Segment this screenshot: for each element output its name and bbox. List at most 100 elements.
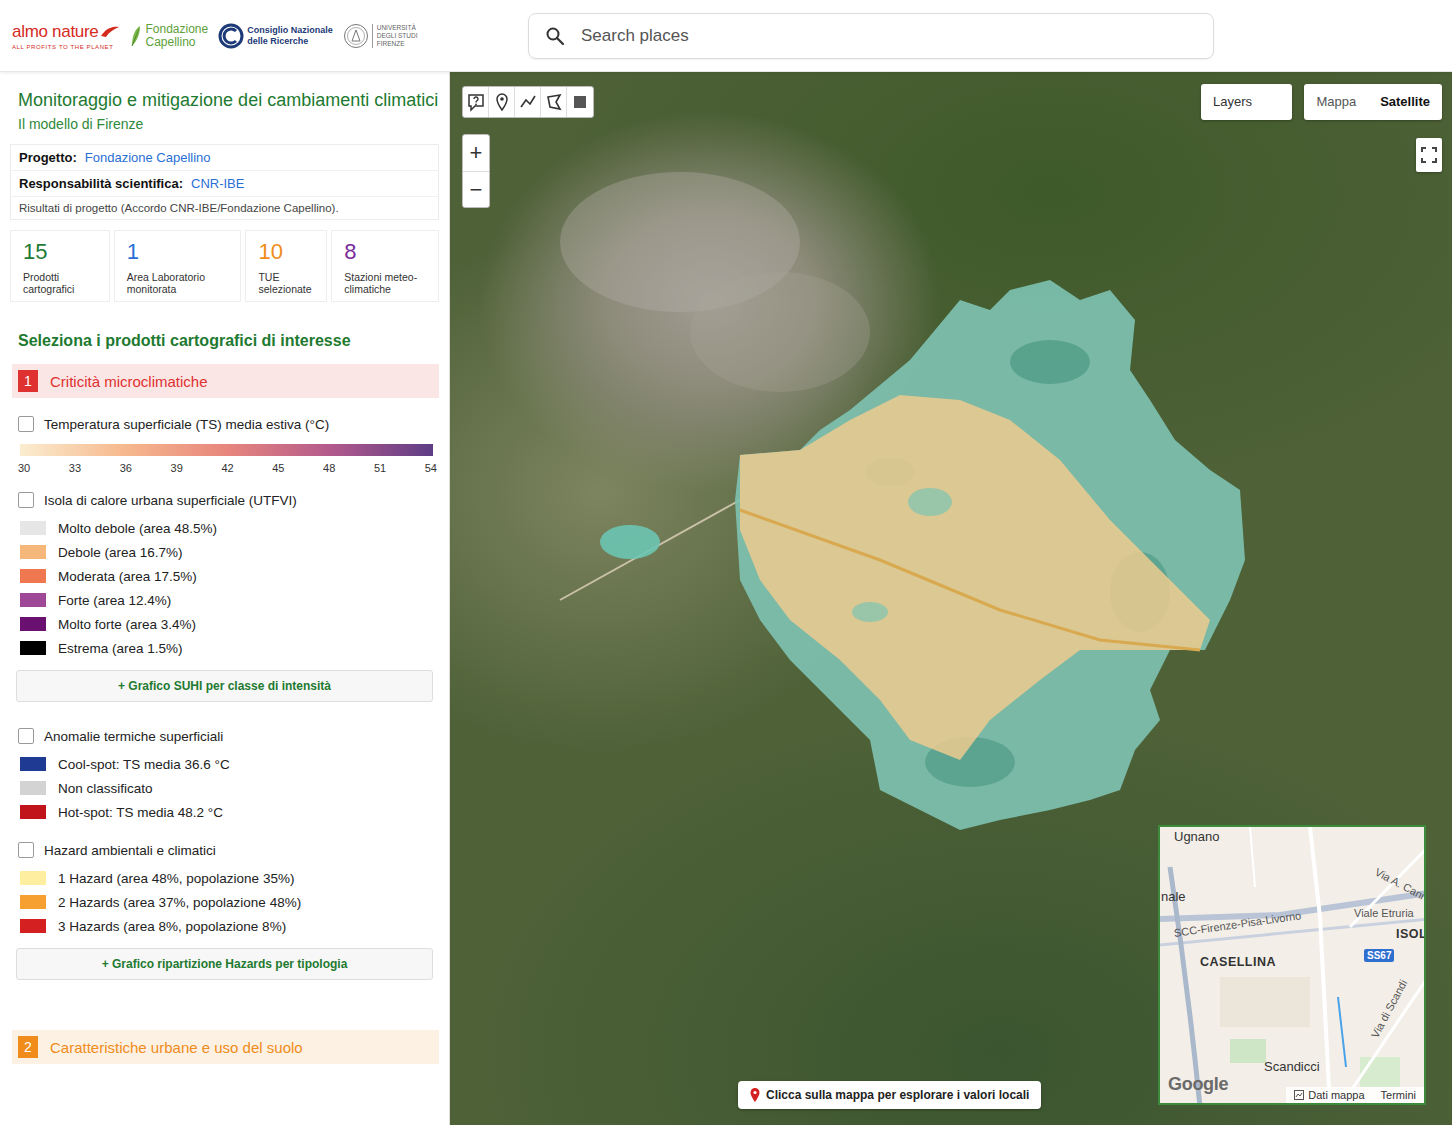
search-input[interactable]: [579, 25, 1197, 47]
map-type-button[interactable]: Satellite: [1368, 84, 1442, 120]
legend-swatch: [20, 545, 46, 559]
layer-toggle-row: Hazard ambientali e climatici: [18, 842, 439, 858]
stat-card: 8Stazioni meteo-climatiche: [331, 230, 439, 302]
inset-map[interactable]: UgnanonaleVia A. CaniViale EtruriaISOLSC…: [1158, 825, 1426, 1105]
layer-checkbox[interactable]: [18, 492, 34, 508]
cnr-line: Consiglio Nazionale: [247, 25, 333, 36]
rectangle-icon[interactable]: [570, 92, 590, 112]
polygon-icon[interactable]: [544, 92, 564, 112]
legend-item: Moderata (area 17.5%): [18, 564, 439, 588]
cnr-emblem-icon: [218, 23, 244, 49]
section-number: 2: [18, 1036, 38, 1058]
tool-button[interactable]: [489, 87, 515, 117]
layers-dropdown[interactable]: Layers: [1201, 84, 1292, 120]
legend-label: Hot-spot: TS media 48.2 °C: [58, 805, 223, 820]
stat-value: 15: [23, 239, 103, 265]
help-icon[interactable]: [466, 92, 486, 112]
products-heading: Seleziona i prodotti cartografici di int…: [18, 332, 439, 350]
tool-button[interactable]: [515, 87, 541, 117]
search-box[interactable]: [528, 13, 1214, 59]
legend-item: 3 Hazards (area 8%, popolazione 8%): [18, 914, 439, 938]
tool-button[interactable]: [541, 87, 567, 117]
gradient-tick: 33: [69, 462, 81, 474]
pin-icon[interactable]: [492, 92, 512, 112]
chart-button[interactable]: + Grafico SUHI per classe di intensità: [16, 670, 433, 702]
layer-label[interactable]: Isola di calore urbana superficiale (UTF…: [44, 493, 297, 508]
location-pin-icon: [750, 1088, 760, 1102]
gradient-tick: 30: [18, 462, 30, 474]
inset-label: Ugnano: [1174, 829, 1220, 844]
zoom-out-button[interactable]: −: [463, 171, 489, 207]
section-header[interactable]: 2Caratteristiche urbane e uso del suolo: [12, 1030, 439, 1064]
gradient-tick: 48: [323, 462, 335, 474]
gradient-tick: 54: [425, 462, 437, 474]
stat-card: 10TUE selezionate: [245, 230, 327, 302]
almo-nature-tagline: ALL PROFITS TO THE PLANET: [12, 44, 120, 50]
attribution-link[interactable]: Termini: [1381, 1089, 1416, 1101]
section-header[interactable]: 1Criticità microclimatiche: [12, 364, 439, 398]
chart-button[interactable]: + Grafico ripartizione Hazards per tipol…: [16, 948, 433, 980]
legend-item: Molto debole (area 48.5%): [18, 516, 439, 540]
info-row: Progetto: Fondazione Capellino: [11, 145, 438, 171]
stat-value: 1: [127, 239, 235, 265]
legend-list: 1 Hazard (area 48%, popolazione 35%)2 Ha…: [18, 866, 439, 938]
legend-label: 2 Hazards (area 37%, popolazione 48%): [58, 895, 301, 910]
tool-button[interactable]: [463, 87, 489, 117]
legend-swatch: [20, 593, 46, 607]
map-view[interactable]: +− Layers MappaSatellite Clicca sulla mappa…: [450, 72, 1452, 1125]
info-link[interactable]: CNR-IBE: [191, 176, 244, 191]
unifi-line: FIRENZE: [377, 40, 418, 48]
legend-swatch: [20, 781, 46, 795]
tool-button[interactable]: [567, 87, 593, 117]
project-info: Progetto:Fondazione CapellinoResponsabil…: [10, 144, 439, 220]
layer-label[interactable]: Temperatura superficiale (TS) media esti…: [44, 417, 329, 432]
info-note: Risultati di progetto (Accordo CNR-IBE/F…: [11, 197, 438, 219]
legend-item: 2 Hazards (area 37%, popolazione 48%): [18, 890, 439, 914]
gradient-tick: 45: [272, 462, 284, 474]
layer-label[interactable]: Anomalie termiche superficiali: [44, 729, 223, 744]
almo-nature-logo: almo natureALL PROFITS TO THE PLANET: [12, 22, 120, 50]
gradient-tick: 51: [374, 462, 386, 474]
layer-checkbox[interactable]: [18, 842, 34, 858]
legend-swatch: [20, 521, 46, 535]
legend-swatch: [20, 757, 46, 771]
legend-item: Estrema (area 1.5%): [18, 636, 439, 660]
section-title: Criticità microclimatiche: [50, 373, 208, 390]
gradient-tick: 42: [221, 462, 233, 474]
map-type-button[interactable]: Mappa: [1304, 84, 1368, 120]
project-subtitle: Il modello di Firenze: [18, 116, 439, 132]
layer-label[interactable]: Hazard ambientali e climatici: [44, 843, 216, 858]
capellino-line: Capellino: [145, 36, 208, 49]
fullscreen-icon[interactable]: [1420, 146, 1438, 164]
legend-label: Debole (area 16.7%): [58, 545, 183, 560]
cnr-line: delle Ricerche: [247, 36, 333, 47]
fondazione-capellino-logo: FondazioneCapellino: [130, 23, 208, 49]
fullscreen-button[interactable]: [1416, 138, 1442, 172]
stat-value: 8: [344, 239, 432, 265]
polyline-icon[interactable]: [518, 92, 538, 112]
top-bar: almo natureALL PROFITS TO THE PLANET Fond…: [0, 0, 1452, 72]
gradient-tick: 36: [120, 462, 132, 474]
inset-label: ISOL: [1396, 927, 1426, 941]
legend-label: Estrema (area 1.5%): [58, 641, 183, 656]
magnifier-icon: [545, 26, 565, 46]
map-hint: Clicca sulla mappa per esplorare i valor…: [738, 1081, 1041, 1109]
layer-checkbox[interactable]: [18, 728, 34, 744]
info-link[interactable]: Fondazione Capellino: [85, 150, 211, 165]
unifi-logo: UNIVERSITÀDEGLI STUDIFIRENZE: [343, 23, 418, 49]
inset-label: CASELLINA: [1200, 955, 1276, 969]
attribution-link[interactable]: Dati mappa: [1308, 1089, 1364, 1101]
university-seal-icon: [343, 23, 369, 49]
layer-block: Anomalie termiche superficialiCool-spot:…: [10, 728, 439, 824]
layer-checkbox[interactable]: [18, 416, 34, 432]
legend-item: Forte (area 12.4%): [18, 588, 439, 612]
inset-label: Viale Etruria: [1354, 907, 1414, 919]
info-label: Progetto:: [19, 150, 77, 165]
zoom-in-button[interactable]: +: [463, 135, 489, 171]
swoosh-icon: [100, 25, 120, 39]
layer-toggle-row: Temperatura superficiale (TS) media esti…: [18, 416, 439, 432]
legend-swatch: [20, 871, 46, 885]
legend-swatch: [20, 919, 46, 933]
project-title: Monitoraggio e mitigazione dei cambiamen…: [18, 88, 439, 112]
temperature-gradient: [20, 444, 433, 456]
